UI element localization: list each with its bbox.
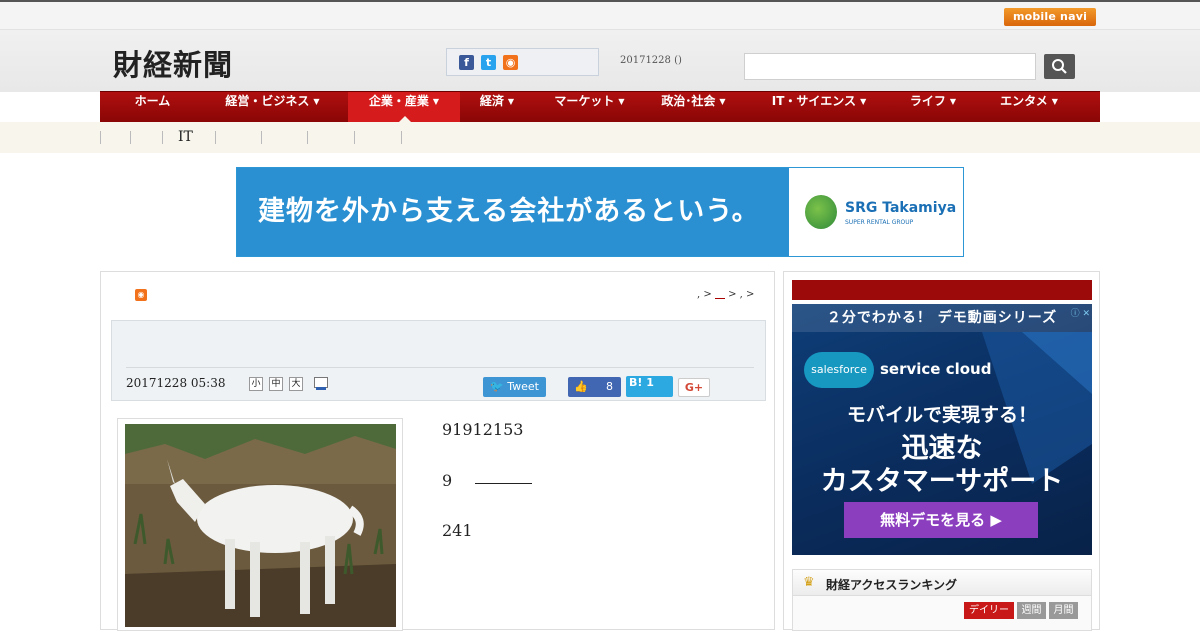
thumbs-up-icon: 👍 xyxy=(574,380,588,393)
subnav-divider xyxy=(162,131,163,144)
srg-logo-icon xyxy=(805,195,837,229)
subnav-divider xyxy=(261,131,262,144)
sidebar: ２分でわかる！ デモ動画シリーズ ⓘ ✕ salesforce service … xyxy=(783,271,1100,631)
caret-down-icon: ▼ xyxy=(432,97,440,106)
subnav-divider xyxy=(401,131,402,144)
banner-brand: SRG Takamiya xyxy=(845,200,957,216)
nav-item-label: 企業・産業 xyxy=(368,94,429,108)
nav-item-business[interactable]: 経営・ビジネス ▼ xyxy=(215,92,330,123)
goat-illustration xyxy=(125,424,396,627)
salesforce-logo: salesforce xyxy=(804,352,874,388)
breadcrumb-link[interactable] xyxy=(714,298,725,299)
subnav-divider xyxy=(130,131,131,144)
search-input[interactable] xyxy=(744,53,1036,80)
service-cloud-text: service cloud xyxy=(880,360,992,378)
nav-item-life[interactable]: ライフ ▼ xyxy=(904,92,962,123)
nav-item-label: ホーム xyxy=(134,94,171,108)
caret-down-icon: ▼ xyxy=(949,97,957,106)
breadcrumb-suffix: > , > xyxy=(728,289,755,300)
nav-item-label: マーケット xyxy=(554,94,615,108)
banner-brand-sub: SUPER RENTAL GROUP xyxy=(845,219,914,226)
search-icon xyxy=(1052,59,1067,74)
nav-item-label: エンタメ xyxy=(1000,94,1048,108)
tweet-label: Tweet xyxy=(507,380,539,393)
crown-icon: ♛ xyxy=(803,575,815,590)
like-count: 8 xyxy=(606,380,613,393)
sidebar-header-bar xyxy=(792,280,1092,300)
sub-nav: IT xyxy=(0,122,1200,153)
article-paragraph: 9 xyxy=(442,471,533,490)
ranking-tab-daily[interactable]: デイリー xyxy=(964,602,1014,619)
twitter-icon[interactable]: t xyxy=(481,55,496,70)
google-plus-button[interactable]: G+ xyxy=(678,378,710,397)
tweet-button[interactable]: 🐦 Tweet xyxy=(483,377,546,397)
article-date: 20171228 05:38 xyxy=(126,376,226,390)
nav-item-label: ライフ xyxy=(909,94,946,108)
ranking-title: 財経アクセスランキング xyxy=(826,578,958,592)
goat-photo xyxy=(125,424,396,627)
sidebar-ad[interactable]: ２分でわかる！ デモ動画シリーズ ⓘ ✕ salesforce service … xyxy=(792,304,1092,555)
banner-headline: 建物を外から支える会社があるという。 xyxy=(237,168,789,256)
rss-icon[interactable]: ◉ xyxy=(503,55,518,70)
breadcrumb-prefix: , > xyxy=(697,289,712,300)
caret-down-icon: ▼ xyxy=(618,97,625,106)
facebook-icon[interactable]: f xyxy=(459,55,474,70)
caret-down-icon: ▼ xyxy=(719,97,726,106)
breadcrumb: , > > , > xyxy=(697,289,754,300)
nav-item-it-science[interactable]: IT・サイエンス ▼ xyxy=(764,92,874,123)
ranking-header: ♛ 財経アクセスランキング xyxy=(793,570,1091,596)
article-paragraph: 241 xyxy=(442,521,473,540)
banner-ad[interactable]: 建物を外から支える会社があるという。 SRG Takamiya SUPER RE… xyxy=(236,167,964,257)
mobile-navi-button[interactable]: mobile navi xyxy=(1004,8,1096,26)
article-column: ◉ , > > , > 20171228 05:38 小 中 大 🐦 Tweet… xyxy=(100,271,775,631)
social-links: f t ◉ xyxy=(446,48,599,76)
header-divider xyxy=(126,367,754,368)
print-icon[interactable] xyxy=(314,377,328,390)
nav-item-market[interactable]: マーケット ▼ xyxy=(547,92,632,123)
ranking-tab-monthly[interactable]: 月間 xyxy=(1049,602,1078,619)
site-logo[interactable]: 財経新聞 xyxy=(113,42,233,84)
subnav-divider xyxy=(354,131,355,144)
active-nav-pointer xyxy=(399,116,411,122)
hatena-bookmark-button[interactable]: B! 1 xyxy=(626,376,673,397)
search-button[interactable] xyxy=(1044,54,1075,79)
font-size-medium-button[interactable]: 中 xyxy=(269,377,283,391)
ranking-tab-weekly[interactable]: 週間 xyxy=(1017,602,1046,619)
nav-item-politics[interactable]: 政治･社会 ▼ xyxy=(656,92,731,123)
subnav-divider xyxy=(307,131,308,144)
article-paragraph-text: 9 xyxy=(442,471,453,490)
article-inline-link[interactable] xyxy=(475,483,533,484)
font-size-small-button[interactable]: 小 xyxy=(249,377,263,391)
subnav-divider xyxy=(100,131,101,144)
rss-icon[interactable]: ◉ xyxy=(135,289,147,301)
nav-item-label: IT・サイエンス xyxy=(771,94,857,108)
ranking-box: ♛ 財経アクセスランキング デイリー 週間 月間 xyxy=(792,569,1092,631)
nav-item-label: 政治･社会 xyxy=(661,94,716,108)
article-paragraph: 91912153 xyxy=(442,420,524,439)
sidebar-ad-line1: モバイルで実現する！ xyxy=(846,404,1037,426)
article-photo-frame xyxy=(117,418,403,631)
free-demo-button[interactable]: 無料デモを見る ▶ xyxy=(844,502,1038,538)
caret-down-icon: ▼ xyxy=(1051,97,1058,106)
twitter-bird-icon: 🐦 xyxy=(490,380,508,393)
nav-item-label: 経済 xyxy=(479,94,504,108)
nav-item-home[interactable]: ホーム xyxy=(120,92,185,123)
caret-down-icon: ▼ xyxy=(507,97,515,106)
subnav-item-it[interactable]: IT xyxy=(178,129,193,145)
nav-item-entertainment[interactable]: エンタメ ▼ xyxy=(995,92,1063,123)
main-nav: ホーム 経営・ビジネス ▼ 企業・産業 ▼ 経済 ▼ マーケット ▼ 政治･社会 ▼ IT… xyxy=(100,91,1100,123)
caret-down-icon: ▼ xyxy=(313,97,320,106)
article-header: 20171228 05:38 小 中 大 🐦 Tweet 👍 8 B! 1 G+ xyxy=(111,320,766,401)
header-date: 20171228 () xyxy=(620,55,682,66)
nav-item-label: 経営・ビジネス xyxy=(225,94,310,108)
sidebar-ad-line3: カスタマーサポート xyxy=(820,466,1064,497)
subnav-divider xyxy=(215,131,216,144)
caret-down-icon: ▼ xyxy=(860,97,867,106)
nav-item-economy[interactable]: 経済 ▼ xyxy=(472,92,522,123)
font-size-large-button[interactable]: 大 xyxy=(289,377,303,391)
facebook-like-button[interactable]: 👍 8 xyxy=(568,377,621,397)
